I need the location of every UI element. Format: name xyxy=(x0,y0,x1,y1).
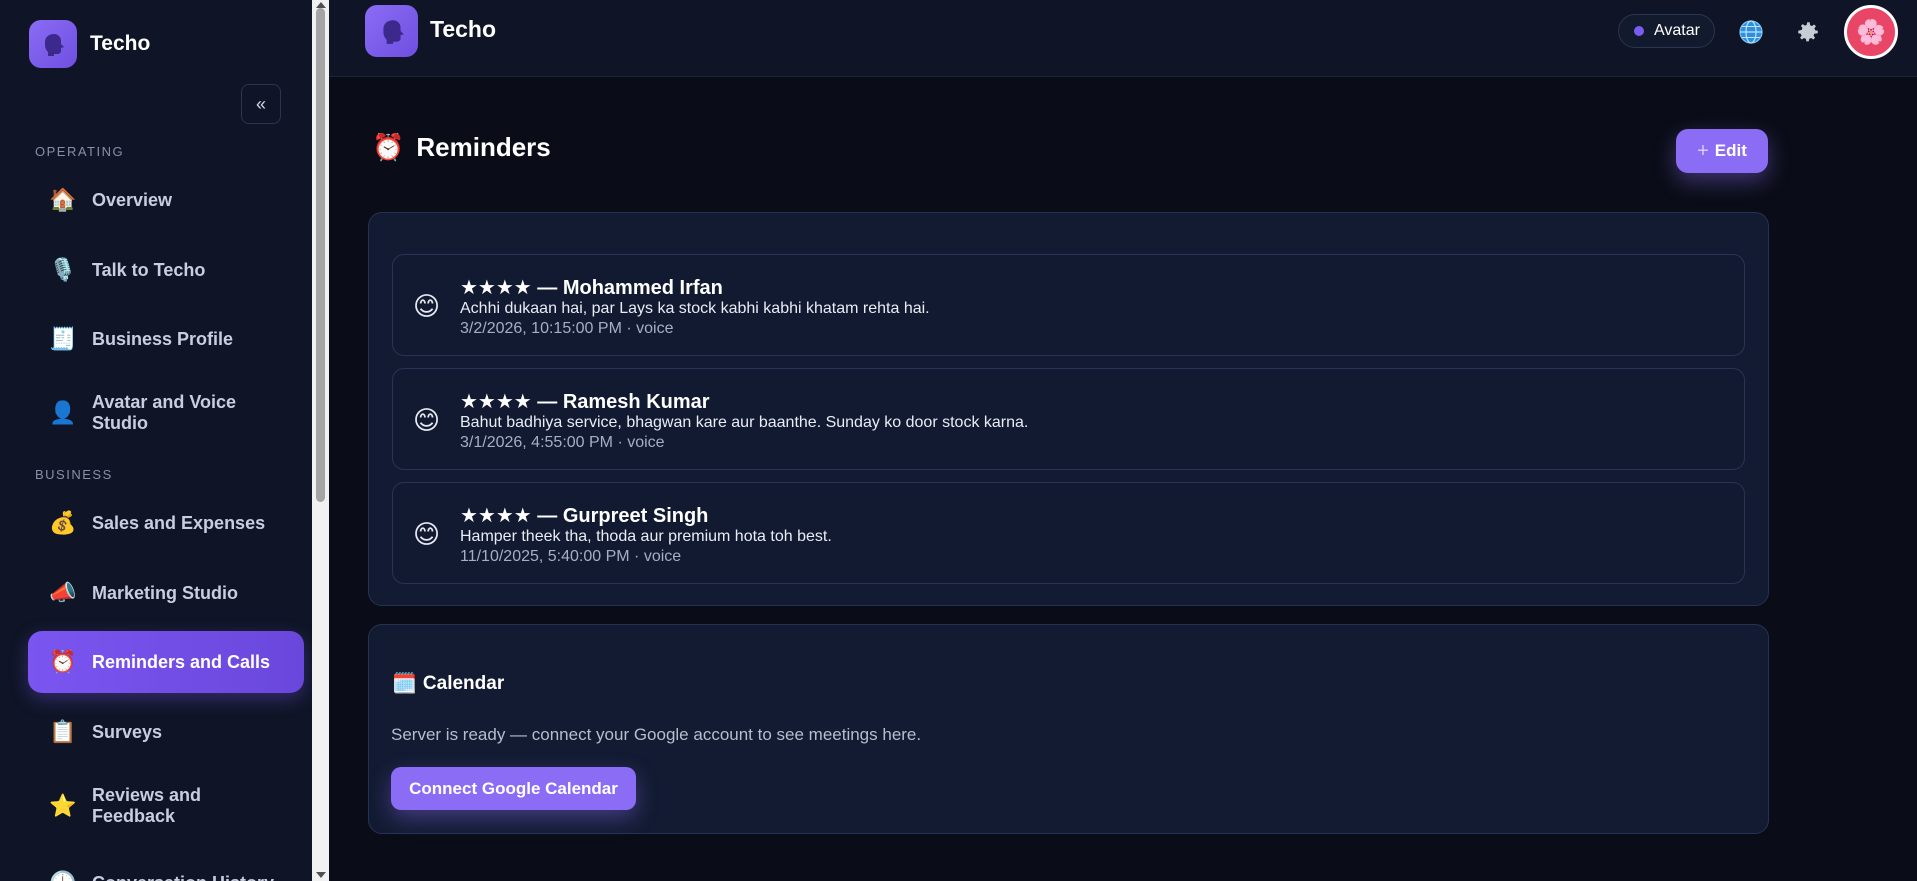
review-card[interactable]: 😊 ★★★★ — Ramesh Kumar Bahut badhiya serv… xyxy=(392,368,1745,470)
connect-google-calendar-button[interactable]: Connect Google Calendar xyxy=(391,767,636,810)
sidebar-item-label: Overview xyxy=(92,189,173,210)
sidebar: Techo « OPERATING 🏠 Overview 🎙️ Talk to … xyxy=(0,0,312,881)
review-meta: 3/2/2026, 10:15:00 PM · voice xyxy=(460,320,674,337)
megaphone-icon: 📣 xyxy=(49,580,77,605)
sidebar-item-label: Talk to Techo xyxy=(92,259,206,280)
smiling-face-icon: 😊 xyxy=(413,291,441,321)
scrollbar-thumb[interactable] xyxy=(316,8,325,502)
star-icon: ⭐ xyxy=(49,793,77,818)
gear-icon[interactable] xyxy=(1793,17,1823,47)
sidebar-item-talk-to-techo[interactable]: 🎙️ Talk to Techo xyxy=(28,239,304,301)
review-title: ★★★★ — Mohammed Irfan xyxy=(460,277,723,299)
sidebar-item-label: Marketing Studio xyxy=(92,582,239,603)
review-card[interactable]: 😊 ★★★★ — Gurpreet Singh Hamper theek tha… xyxy=(392,482,1745,584)
review-card[interactable]: 😊 ★★★★ — Mohammed Irfan Achhi dukaan hai… xyxy=(392,254,1745,356)
sidebar-item-overview[interactable]: 🏠 Overview xyxy=(28,169,304,231)
sidebar-item-label: Reminders and Calls xyxy=(92,651,271,672)
sidebar-item-reviews-feedback[interactable]: ⭐ Reviews and Feedback xyxy=(28,775,304,837)
calendar-title-text: Calendar xyxy=(422,672,505,694)
microphone-icon: 🎙️ xyxy=(49,257,77,282)
sidebar-item-sales-expenses[interactable]: 💰 Sales and Expenses xyxy=(28,492,304,554)
clock-icon: 🕒 xyxy=(48,870,78,881)
page-title-text: Reminders xyxy=(416,132,551,162)
sidebar-item-business-profile[interactable]: 🧾 Business Profile xyxy=(28,308,304,370)
calendar-panel: 🗓️ Calendar Server is ready — connect yo… xyxy=(368,624,1769,834)
review-text: Achhi dukaan hai, par Lays ka stock kabh… xyxy=(460,300,930,317)
edit-button-label: Edit xyxy=(1714,141,1747,160)
sidebar-item-avatar-voice-studio[interactable]: 👤 Avatar and Voice Studio xyxy=(28,382,304,444)
sidebar-item-conversation-history[interactable]: 🕒 Conversation History xyxy=(28,852,304,881)
money-bag-icon: 💰 xyxy=(49,510,77,535)
sidebar-item-label: Sales and Expenses xyxy=(92,512,266,533)
app-logo-icon[interactable] xyxy=(365,5,418,57)
sidebar-scrollbar[interactable] xyxy=(312,0,329,881)
alarm-clock-icon: ⏰ xyxy=(372,132,405,162)
review-title: ★★★★ — Ramesh Kumar xyxy=(460,391,710,413)
top-bar: Techo Avatar 🌸 xyxy=(329,0,1917,77)
sidebar-item-surveys[interactable]: 📋 Surveys xyxy=(28,701,304,763)
house-icon: 🏠 xyxy=(49,187,77,212)
brand-name: Techo xyxy=(90,32,151,55)
flower-icon: 🌸 xyxy=(1856,18,1886,46)
sidebar-item-reminders-calls[interactable]: ⏰ Reminders and Calls xyxy=(28,631,304,693)
sidebar-item-label: Avatar and Voice Studio xyxy=(92,392,237,433)
sidebar-item-label: Surveys xyxy=(92,721,163,742)
smiling-face-icon: 😊 xyxy=(413,405,441,435)
globe-icon[interactable] xyxy=(1736,17,1766,47)
sidebar-brand[interactable]: Techo xyxy=(29,20,150,68)
sidebar-item-label: Reviews and Feedback xyxy=(92,785,202,826)
reviews-panel: 😊 ★★★★ — Mohammed Irfan Achhi dukaan hai… xyxy=(368,212,1769,606)
sidebar-item-label: Conversation History xyxy=(92,873,274,881)
calendar-title: 🗓️ Calendar xyxy=(392,671,504,696)
top-bar-title: Techo xyxy=(430,16,497,42)
app-logo-icon xyxy=(29,20,77,68)
sidebar-item-marketing-studio[interactable]: 📣 Marketing Studio xyxy=(28,562,304,624)
alarm-clock-icon: ⏰ xyxy=(49,649,77,674)
section-label-business: BUSINESS xyxy=(35,467,113,482)
section-label-operating: OPERATING xyxy=(35,144,125,159)
clipboard-icon: 📋 xyxy=(49,719,77,744)
review-meta: 3/1/2026, 4:55:00 PM · voice xyxy=(460,434,665,451)
status-dot-icon xyxy=(1634,26,1644,36)
review-meta: 11/10/2025, 5:40:00 PM · voice xyxy=(460,548,682,565)
plus-icon: + xyxy=(1697,139,1709,162)
scroll-down-arrow-icon[interactable] xyxy=(316,872,326,878)
person-icon: 👤 xyxy=(49,400,77,425)
collapse-sidebar-button[interactable]: « xyxy=(241,84,281,124)
edit-button[interactable]: + Edit xyxy=(1676,129,1768,173)
calendar-status-text: Server is ready — connect your Google ac… xyxy=(391,725,922,744)
review-text: Bahut badhiya service, bhagwan kare aur … xyxy=(460,414,1029,431)
receipt-icon: 🧾 xyxy=(49,326,77,351)
avatar-pill-label: Avatar xyxy=(1654,22,1700,39)
user-avatar[interactable]: 🌸 xyxy=(1844,5,1898,59)
review-text: Hamper theek tha, thoda aur premium hota… xyxy=(460,528,832,545)
calendar-icon: 🗓️ xyxy=(392,673,417,695)
page-title: ⏰ Reminders xyxy=(372,132,551,163)
sidebar-item-label: Business Profile xyxy=(92,328,234,349)
smiling-face-icon: 😊 xyxy=(413,519,441,549)
avatar-mode-toggle[interactable]: Avatar xyxy=(1618,14,1715,48)
review-title: ★★★★ — Gurpreet Singh xyxy=(460,505,709,527)
